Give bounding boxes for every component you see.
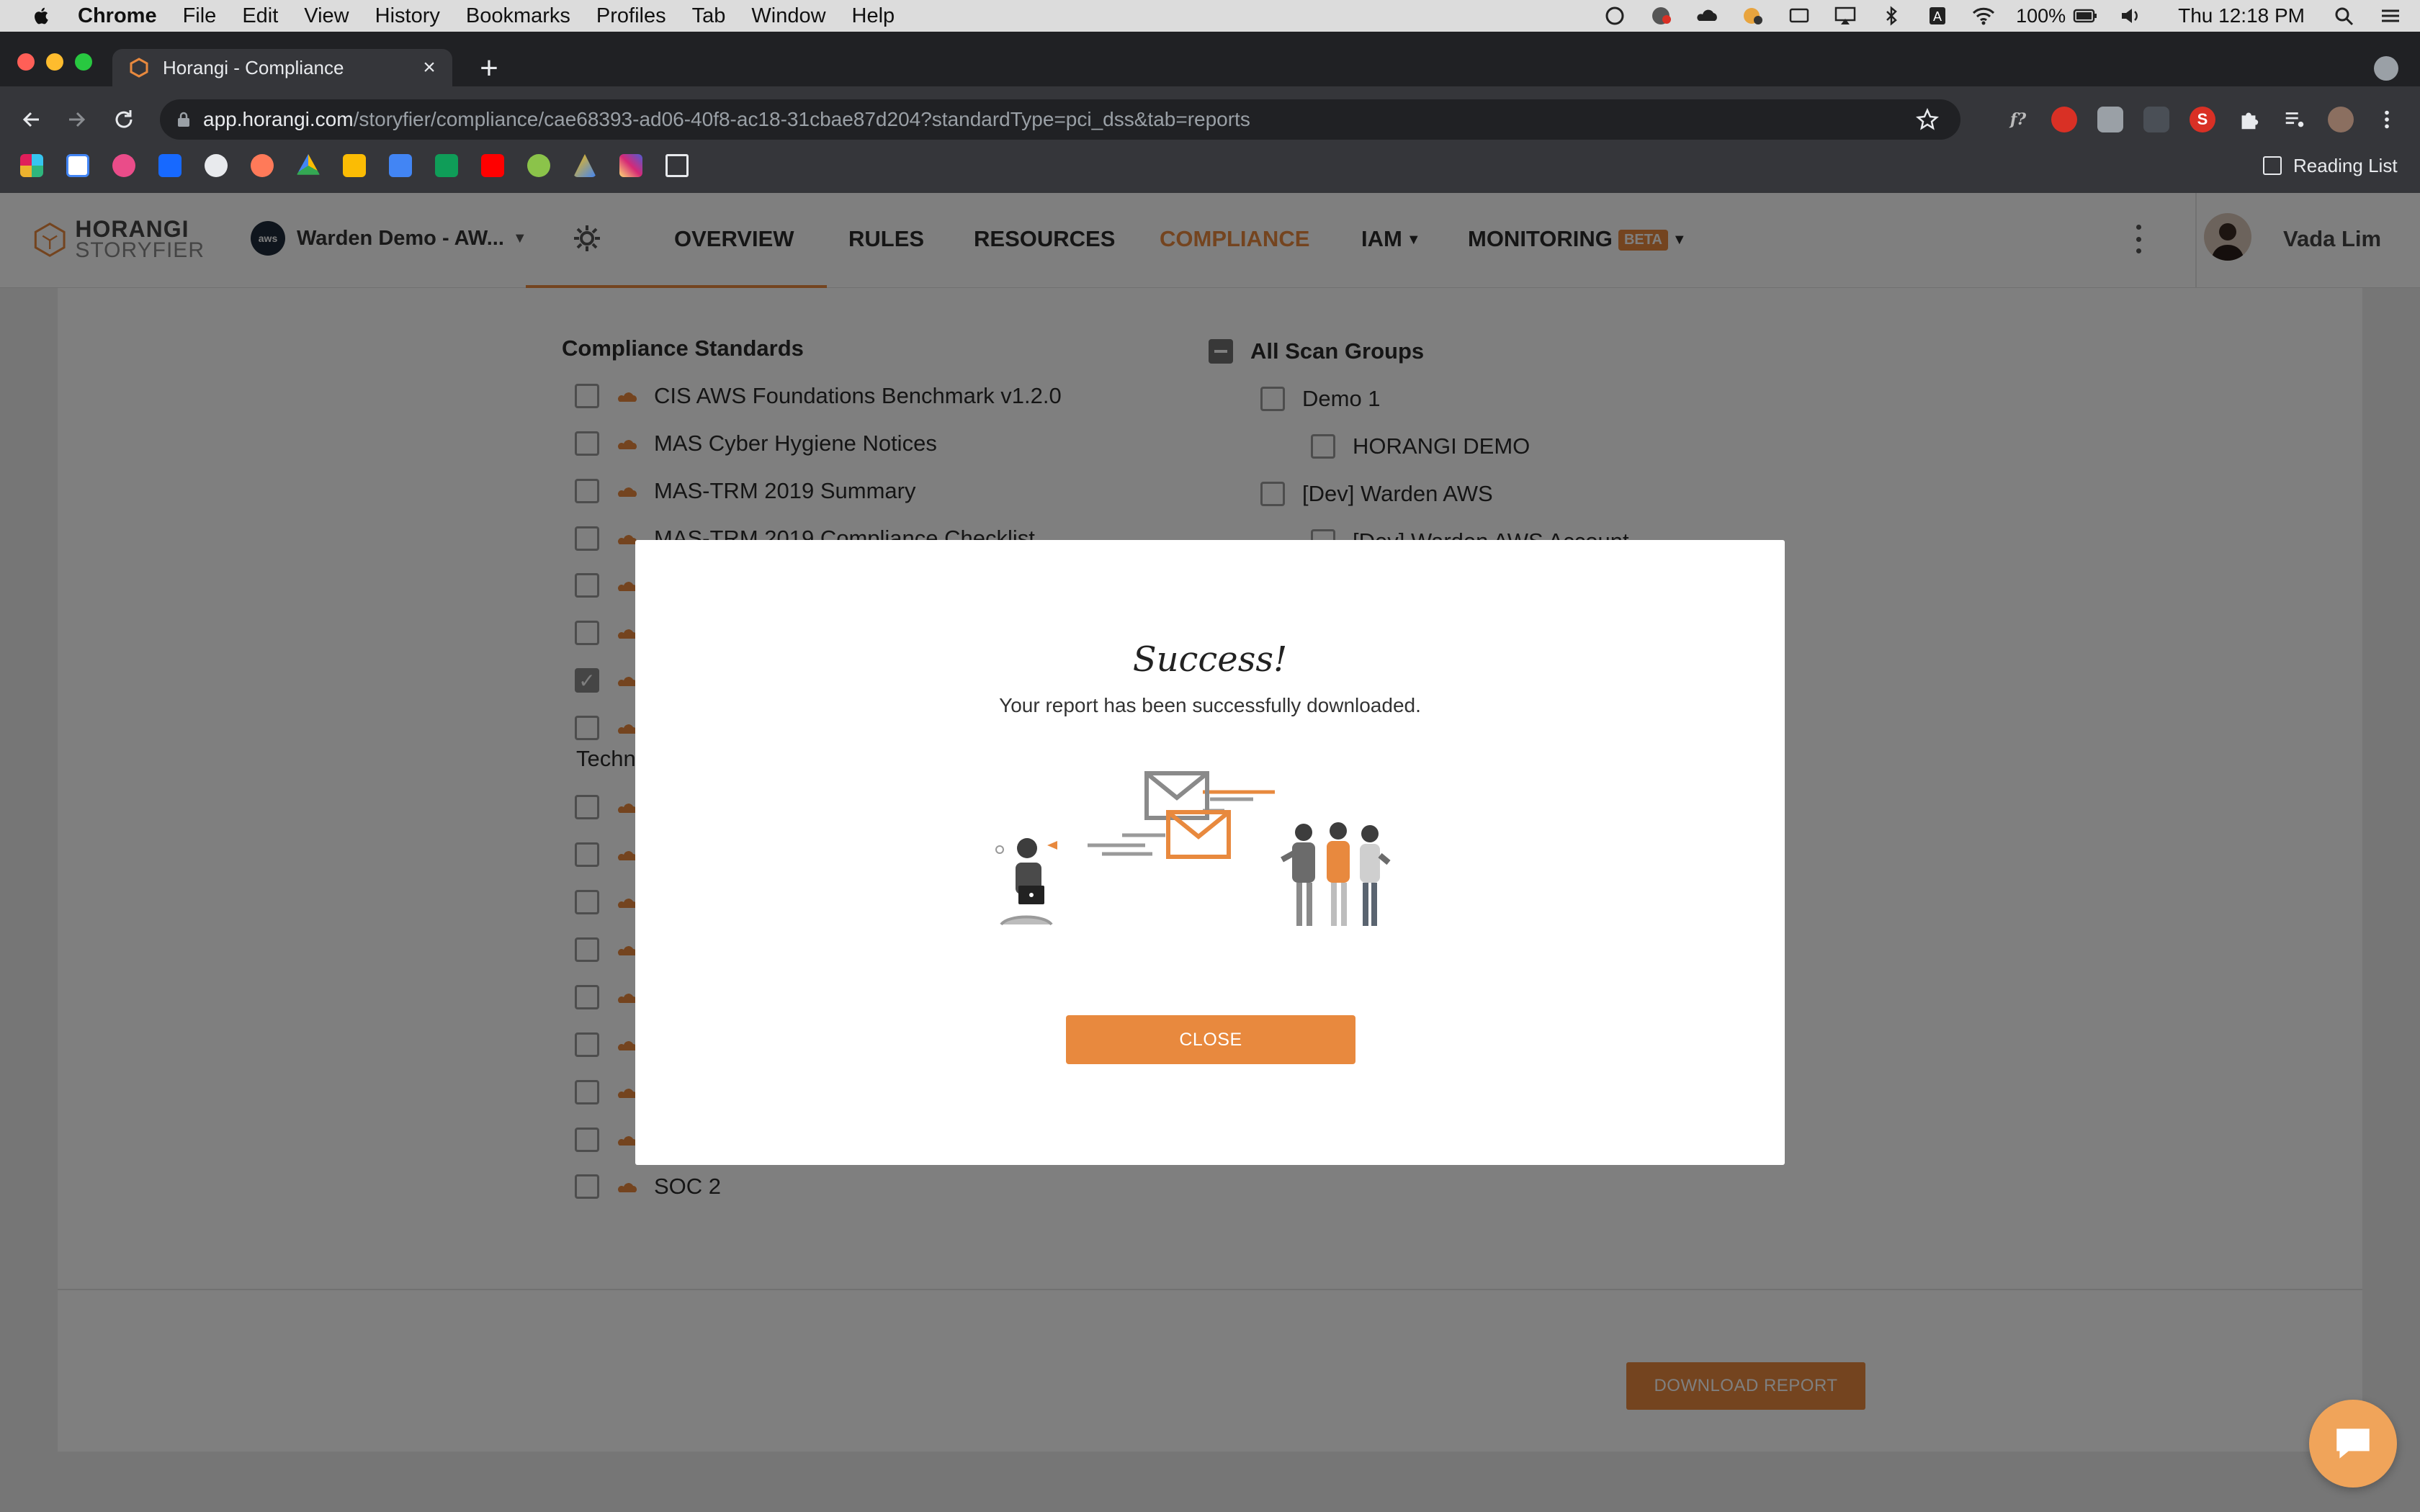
menu-view[interactable]: View xyxy=(304,4,349,28)
menu-history[interactable]: History xyxy=(375,4,440,28)
success-modal: Success! Your report has been successful… xyxy=(635,540,1785,1165)
back-button[interactable] xyxy=(13,101,50,138)
behance-bookmark-icon[interactable] xyxy=(158,154,182,177)
lock-icon[interactable] xyxy=(173,111,194,128)
green-app-bookmark-icon[interactable] xyxy=(527,154,550,177)
tab-title: Horangi - Compliance xyxy=(163,56,344,78)
macos-menubar: Chrome File Edit View History Bookmarks … xyxy=(0,0,2420,32)
input-source-icon[interactable]: A xyxy=(1924,5,1951,27)
more-extension-icon[interactable] xyxy=(2143,107,2169,132)
menu-tab[interactable]: Tab xyxy=(692,4,726,28)
close-tab-icon[interactable]: × xyxy=(419,57,439,78)
url-host: app.horangi.com xyxy=(203,108,354,130)
extensions-puzzle-icon[interactable] xyxy=(2236,107,2262,132)
block-extension-icon[interactable] xyxy=(2051,107,2077,132)
close-button[interactable]: CLOSE xyxy=(1066,1015,1355,1064)
forward-button[interactable] xyxy=(58,101,95,138)
url-path: /storyfier/compliance/cae68393-ad06-40f8… xyxy=(353,108,1250,130)
battery-icon[interactable] xyxy=(2071,5,2099,27)
svg-text:A: A xyxy=(1933,9,1942,24)
volume-icon[interactable] xyxy=(2118,5,2145,27)
profile-avatar-icon[interactable] xyxy=(2328,107,2354,132)
youtube-bookmark-icon[interactable] xyxy=(481,154,504,177)
notification-app-icon[interactable] xyxy=(1647,5,1675,27)
menu-app-name[interactable]: Chrome xyxy=(78,4,157,28)
apple-icon[interactable] xyxy=(27,1,56,30)
menu-help[interactable]: Help xyxy=(852,4,895,28)
sync-cloud-icon[interactable] xyxy=(1693,5,1721,27)
menu-bookmarks[interactable]: Bookmarks xyxy=(466,4,570,28)
camera-extension-icon[interactable] xyxy=(2097,107,2123,132)
folder-bookmark-icon[interactable] xyxy=(666,154,689,177)
battery-percent: 100% xyxy=(2016,4,2066,27)
modal-message: Your report has been successfully downlo… xyxy=(999,694,1421,716)
media-control-icon[interactable] xyxy=(2282,107,2308,132)
new-tab-button[interactable]: + xyxy=(475,53,503,84)
display-icon[interactable] xyxy=(1785,5,1813,27)
google-slides-bookmark-icon[interactable] xyxy=(343,154,366,177)
status-area: A 100% Thu 12:18 PM xyxy=(1601,0,2420,32)
chrome-menu-icon[interactable] xyxy=(2374,107,2400,132)
cloud-bookmark-icon[interactable] xyxy=(205,154,228,177)
control-center-icon[interactable] xyxy=(2377,5,2404,27)
reading-list-label: Reading List xyxy=(2293,154,2398,176)
bookmark-star-icon[interactable] xyxy=(1916,108,1939,131)
menu-window[interactable]: Window xyxy=(751,4,825,28)
reading-list-icon xyxy=(2263,156,2282,175)
address-bar[interactable]: app.horangi.com/storyfier/compliance/cae… xyxy=(160,99,1960,140)
wifi-icon[interactable] xyxy=(1970,5,1997,27)
menu-edit[interactable]: Edit xyxy=(242,4,278,28)
menu-profiles[interactable]: Profiles xyxy=(596,4,666,28)
google-sheets-bookmark-icon[interactable] xyxy=(435,154,458,177)
slack-bookmark-icon[interactable] xyxy=(20,154,43,177)
bluetooth-icon[interactable] xyxy=(1878,5,1905,27)
menu-file[interactable]: File xyxy=(183,4,217,28)
s-extension-icon[interactable]: S xyxy=(2190,107,2215,132)
tab-search-icon[interactable] xyxy=(2374,56,2398,81)
instagram-bookmark-icon[interactable] xyxy=(619,154,642,177)
minimize-window-button[interactable] xyxy=(46,53,63,71)
calendar-bookmark-icon[interactable] xyxy=(66,154,89,177)
status-app-icon[interactable] xyxy=(1739,5,1767,27)
reload-button[interactable] xyxy=(105,101,143,138)
creative-cloud-icon[interactable] xyxy=(1601,5,1628,27)
formula-extension-icon[interactable]: f? xyxy=(2005,107,2031,132)
reading-list-button[interactable]: Reading List xyxy=(2263,154,2398,177)
close-window-button[interactable] xyxy=(17,53,35,71)
browser-tab[interactable]: Horangi - Compliance × xyxy=(112,49,452,86)
airplay-icon[interactable] xyxy=(1832,5,1859,27)
zoom-window-button[interactable] xyxy=(75,53,92,71)
hubspot-bookmark-icon[interactable] xyxy=(251,154,274,177)
dribbble-bookmark-icon[interactable] xyxy=(112,154,135,177)
spotlight-search-icon[interactable] xyxy=(2331,5,2358,27)
google-docs-bookmark-icon[interactable] xyxy=(389,154,412,177)
horangi-favicon-icon xyxy=(130,58,148,78)
chat-widget-button[interactable] xyxy=(2309,1400,2397,1488)
clock[interactable]: Thu 12:18 PM xyxy=(2178,4,2305,27)
header-dim-overlay xyxy=(0,193,2420,288)
report-sent-illustration xyxy=(995,771,1391,926)
modal-title: Success! xyxy=(1132,639,1288,680)
chat-bubble-icon xyxy=(2336,1428,2370,1459)
